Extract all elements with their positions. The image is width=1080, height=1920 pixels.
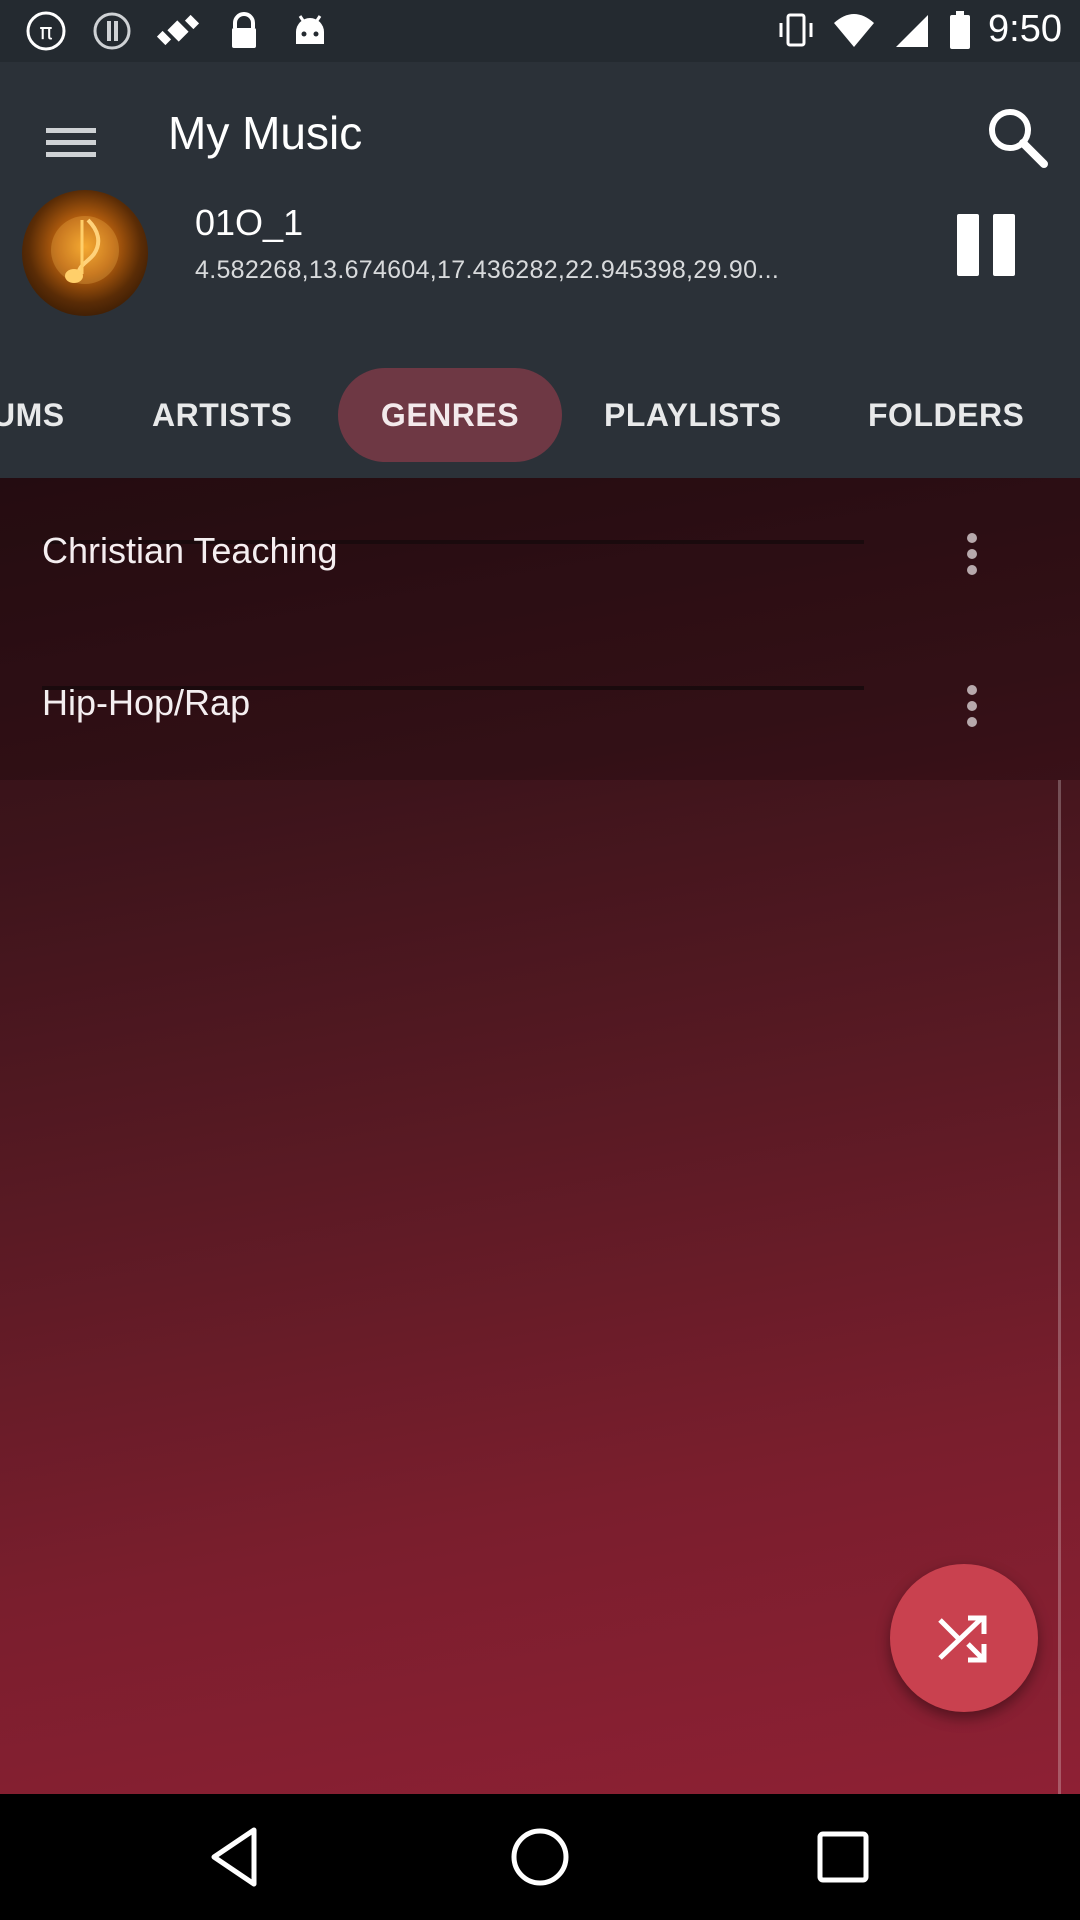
pause-icon[interactable] (955, 212, 1017, 278)
signal-icon (896, 14, 929, 47)
tab-playlists[interactable]: PLAYLISTS (604, 368, 782, 462)
recents-icon[interactable] (806, 1820, 880, 1894)
list-item[interactable]: Hip-Hop/Rap (0, 628, 1080, 778)
tab-folders[interactable]: FOLDERS (868, 368, 1024, 462)
genre-label: Christian Teaching (42, 530, 338, 571)
scroll-edge (1058, 780, 1061, 1794)
genre-label: Hip-Hop/Rap (42, 682, 251, 723)
shuffle-button[interactable] (890, 1564, 1038, 1712)
more-options-icon[interactable] (948, 530, 996, 590)
now-playing-title[interactable]: 01O_1 (195, 202, 303, 244)
status-icons-left: π (24, 10, 332, 52)
clock: 9:50 (988, 8, 1062, 50)
search-icon[interactable] (982, 102, 1052, 172)
genre-list: Christian Teaching Hip-Hop/Rap (0, 478, 1080, 780)
shuffle-icon (938, 1615, 987, 1663)
back-icon[interactable] (200, 1820, 274, 1894)
info-icon (93, 12, 131, 50)
page-title: My Music (168, 107, 363, 159)
home-icon[interactable] (503, 1820, 577, 1894)
tab-genres[interactable]: GENRES (338, 368, 562, 462)
more-options-icon[interactable] (948, 682, 996, 742)
now-playing-subtitle: 4.582268,13.674604,17.436282,22.945398,2… (195, 256, 780, 284)
list-item[interactable]: Christian Teaching (0, 478, 1080, 628)
status-bar: π 9:50 (0, 0, 1080, 62)
svg-text:π: π (39, 20, 52, 45)
satellite-fake-gps-icon (156, 14, 200, 46)
app-header: My Music 01O_1 4.582268,13.674604,17.436… (0, 62, 1080, 478)
android-icon (296, 15, 324, 44)
system-nav-bar (0, 1794, 1080, 1920)
tab-artists[interactable]: ARTISTS (152, 368, 292, 462)
status-icons-right: 9:50 (776, 8, 1062, 51)
album-art[interactable] (22, 190, 148, 316)
music-note-icon (51, 216, 119, 284)
wifi-icon (834, 13, 875, 47)
vibrate-icon (779, 13, 813, 46)
tab-albums[interactable]: UMS (0, 368, 65, 462)
lock-icon (232, 12, 256, 48)
tab-bar: UMS ARTISTS GENRES PLAYLISTS FOLDERS (0, 368, 1080, 478)
hamburger-menu-icon[interactable] (44, 114, 100, 170)
battery-icon (950, 10, 971, 49)
pi-icon: π (26, 11, 66, 51)
